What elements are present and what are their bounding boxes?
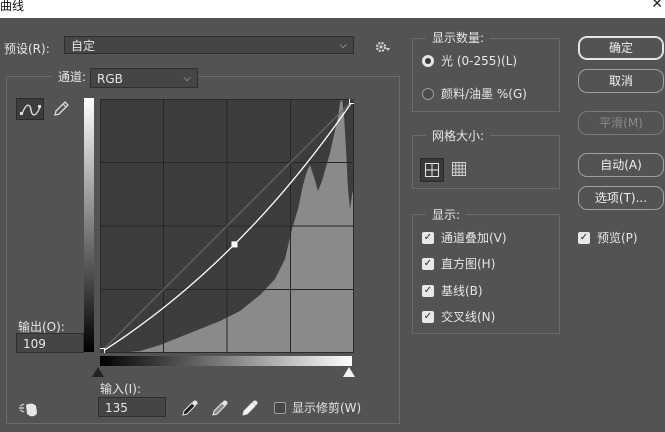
input-gradient-bar (100, 356, 352, 366)
smooth-button[interactable]: 平滑(M) (578, 111, 664, 135)
channel-overlays-checkbox[interactable]: ✓ (422, 232, 434, 244)
channel-value: RGB (97, 72, 123, 86)
histogram-label: 直方图(H) (441, 257, 496, 271)
pigment-radio-label: 颜料/油墨 %(G) (441, 87, 527, 101)
show-title: 显示: (426, 206, 467, 223)
window-title: 曲线 (0, 0, 25, 13)
light-radio-label: 光 (0-255)(L) (441, 54, 518, 68)
preview-checkbox[interactable]: ✓ (578, 232, 590, 244)
preset-dropdown[interactable]: 自定 ⌵ (64, 36, 354, 54)
close-icon[interactable]: ✕ (651, 0, 663, 12)
gear-icon[interactable] (374, 39, 392, 55)
output-field[interactable]: 109 (16, 333, 84, 353)
show-clipping-checkbox[interactable] (274, 402, 286, 414)
preview-label: 预览(P) (597, 231, 638, 245)
gray-point-eyedropper-icon[interactable] (210, 398, 230, 418)
grid-simple-icon (425, 163, 439, 177)
curve-endpoint-black[interactable] (100, 348, 105, 354)
input-label: 输入(I): (100, 382, 141, 396)
light-radio[interactable] (422, 55, 434, 67)
auto-button[interactable]: 自动(A) (578, 153, 664, 177)
intersection-line-checkbox[interactable]: ✓ (422, 311, 434, 323)
input-field[interactable]: 135 (98, 397, 166, 417)
cancel-button[interactable]: 取消 (578, 69, 664, 93)
grid-detailed-icon (452, 162, 466, 176)
baseline-label: 基线(B) (441, 284, 483, 298)
simple-grid-button[interactable] (420, 158, 444, 182)
channel-label: 通道: (52, 68, 93, 85)
ok-button[interactable]: 确定 (578, 36, 664, 60)
channel-overlays-label: 通道叠加(V) (441, 231, 507, 245)
histogram-checkbox[interactable]: ✓ (422, 258, 434, 270)
options-button[interactable]: 选项(T)... (578, 186, 664, 210)
curves-graph[interactable] (100, 99, 354, 353)
chevron-down-icon: ⌵ (183, 73, 191, 84)
title-bar: 曲线 ✕ (0, 0, 665, 18)
grid-size-title: 网格大小: (426, 127, 491, 144)
pencil-tool[interactable] (50, 98, 72, 120)
curve-point-tool[interactable] (16, 98, 44, 120)
hand-icon (19, 403, 37, 417)
white-point-slider[interactable] (343, 367, 355, 377)
baseline-checkbox[interactable]: ✓ (422, 285, 434, 297)
curve-endpoint-white[interactable] (349, 99, 355, 104)
pigment-radio[interactable] (422, 88, 434, 100)
curve-point-icon (20, 104, 41, 116)
intersection-line-label: 交叉线(N) (441, 310, 496, 324)
channel-dropdown[interactable]: RGB ⌵ (90, 68, 198, 88)
output-gradient-bar (84, 98, 94, 352)
white-point-eyedropper-icon[interactable] (240, 398, 260, 418)
chevron-down-icon: ⌵ (339, 40, 347, 51)
black-point-slider[interactable] (92, 367, 104, 377)
targeted-adjustment-tool[interactable] (16, 400, 42, 420)
black-point-eyedropper-icon[interactable] (180, 398, 200, 418)
display-amount-title: 显示数量: (426, 29, 491, 46)
preset-value: 自定 (71, 39, 96, 53)
curve-control-point[interactable] (231, 241, 238, 248)
detailed-grid-button[interactable] (448, 158, 472, 182)
show-clipping-label: 显示修剪(W) (292, 401, 362, 415)
preset-label: 预设(R): (4, 42, 50, 56)
pencil-icon (54, 101, 69, 116)
